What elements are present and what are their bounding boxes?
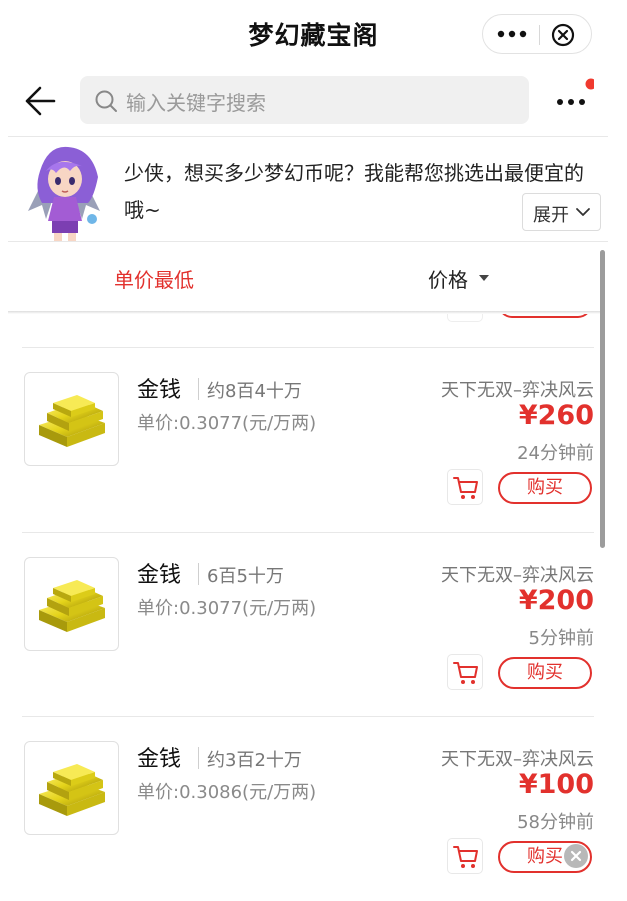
item-price: ¥100 bbox=[518, 769, 594, 800]
item-time: 5分钟前 bbox=[528, 628, 594, 649]
search-input[interactable]: 输入关键字搜索 bbox=[80, 76, 529, 124]
sort-bar: 单价最低 价格 bbox=[0, 242, 627, 312]
floating-close-button[interactable] bbox=[564, 844, 588, 868]
sort-unit-price-lowest[interactable]: 单价最低 bbox=[114, 264, 194, 293]
scrollbar[interactable] bbox=[600, 250, 605, 548]
item-time: 24分钟前 bbox=[517, 443, 594, 464]
gold-bars-thumbnail bbox=[24, 741, 119, 835]
item-server: 天下无双–弈决风云 bbox=[441, 749, 594, 770]
listing-item[interactable]: 金钱 约3百2十万 单价:0.3086(元/万两) 天下无双–弈决风云 ¥100… bbox=[0, 717, 627, 901]
sort-bar-shadow bbox=[8, 311, 604, 314]
add-to-cart-button[interactable] bbox=[447, 838, 483, 874]
notification-dot bbox=[585, 78, 594, 90]
mini-program-capsule bbox=[482, 14, 592, 54]
title-bar: 梦幻藏宝阁 bbox=[0, 0, 627, 68]
add-to-cart-button[interactable] bbox=[447, 654, 483, 690]
item-unit-price: 单价:0.3086(元/万两) bbox=[137, 782, 317, 803]
listing-item[interactable]: 金钱 6百5十万 单价:0.3077(元/万两) 天下无双–弈决风云 ¥200 … bbox=[0, 533, 627, 717]
listing-item[interactable]: 金钱 约8百4十万 单价:0.3077(元/万两) 天下无双–弈决风云 ¥260… bbox=[0, 348, 627, 532]
item-price: ¥200 bbox=[518, 585, 594, 616]
add-to-cart-button[interactable] bbox=[447, 469, 483, 505]
assistant-avatar bbox=[24, 146, 104, 241]
more-dots-icon[interactable] bbox=[495, 24, 529, 44]
menu-dots-icon[interactable] bbox=[554, 78, 594, 118]
item-name: 金钱 bbox=[137, 378, 182, 403]
cart-icon bbox=[453, 662, 478, 684]
gold-bars-icon bbox=[39, 395, 105, 447]
gold-bars-icon bbox=[39, 580, 105, 632]
gold-bars-icon bbox=[39, 764, 105, 816]
name-separator bbox=[198, 378, 199, 400]
name-separator bbox=[198, 563, 199, 585]
item-name: 金钱 bbox=[137, 563, 182, 588]
sort-price[interactable]: 价格 bbox=[428, 264, 468, 293]
capsule-divider bbox=[539, 25, 540, 45]
back-arrow-icon[interactable] bbox=[22, 84, 58, 118]
caret-down-icon bbox=[479, 275, 489, 281]
chevron-down-icon bbox=[576, 208, 590, 216]
expand-button[interactable]: 展开 bbox=[522, 193, 601, 231]
name-separator bbox=[198, 747, 199, 769]
search-row: 输入关键字搜索 bbox=[0, 70, 627, 132]
item-amount: 约3百2十万 bbox=[207, 750, 302, 771]
gold-bars-thumbnail bbox=[24, 372, 119, 466]
item-name: 金钱 bbox=[137, 747, 182, 772]
item-server: 天下无双–弈决风云 bbox=[441, 380, 594, 401]
gold-bars-thumbnail bbox=[24, 557, 119, 651]
close-circle-icon[interactable] bbox=[551, 23, 575, 47]
item-unit-price: 单价:0.3077(元/万两) bbox=[137, 598, 317, 619]
search-icon bbox=[95, 90, 117, 112]
item-server: 天下无双–弈决风云 bbox=[441, 565, 594, 586]
expand-label: 展开 bbox=[533, 205, 569, 226]
cart-icon bbox=[453, 846, 478, 868]
item-unit-price: 单价:0.3077(元/万两) bbox=[137, 413, 317, 434]
item-amount: 6百5十万 bbox=[207, 566, 284, 587]
cart-icon bbox=[453, 477, 478, 499]
assistant-banner: 少侠，想买多少梦幻币呢？我能帮您挑选出最便宜的哦~ 展开 bbox=[0, 137, 627, 241]
buy-button[interactable]: 购买 bbox=[498, 472, 592, 504]
item-amount: 约8百4十万 bbox=[207, 381, 302, 402]
item-time: 58分钟前 bbox=[517, 812, 594, 833]
buy-button[interactable]: 购买 bbox=[498, 657, 592, 689]
close-icon bbox=[570, 850, 582, 862]
item-price: ¥260 bbox=[518, 400, 594, 431]
search-placeholder: 输入关键字搜索 bbox=[126, 91, 266, 115]
